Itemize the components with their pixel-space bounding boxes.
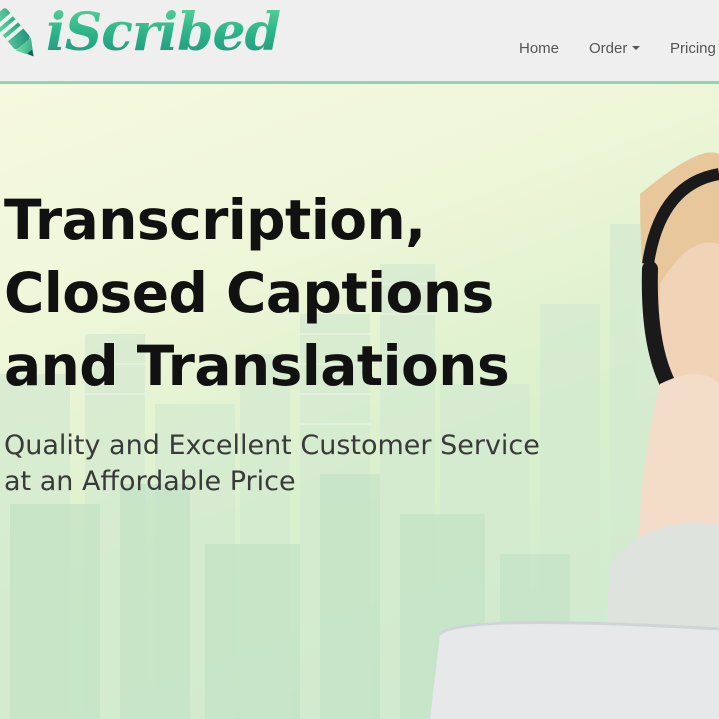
hero-title-line-2: Closed Captions xyxy=(4,261,494,325)
hero-banner: Transcription, Closed Captions and Trans… xyxy=(0,84,719,719)
hero-title: Transcription, Closed Captions and Trans… xyxy=(4,184,510,403)
caret-down-icon xyxy=(632,46,641,50)
pen-icon xyxy=(0,8,34,57)
hero-subtitle: Quality and Excellent Customer Service a… xyxy=(4,428,540,500)
site-header: iScribed Home Order Pricing xyxy=(0,0,719,84)
hero-title-line-1: Transcription, xyxy=(4,188,426,252)
hero-subtitle-line-1: Quality and Excellent Customer Service xyxy=(4,430,540,461)
nav-pricing-link[interactable]: Pricing xyxy=(670,40,716,57)
hero-subtitle-line-2: at an Affordable Price xyxy=(4,466,296,497)
nav-order-dropdown[interactable]: Order xyxy=(589,40,641,57)
nav-home-link[interactable]: Home xyxy=(519,40,559,57)
logo-wordmark: iScribed xyxy=(46,2,281,63)
brand-logo[interactable]: iScribed xyxy=(0,0,290,81)
hero-title-line-3: and Translations xyxy=(4,334,510,398)
nav-order-label: Order xyxy=(589,40,628,57)
